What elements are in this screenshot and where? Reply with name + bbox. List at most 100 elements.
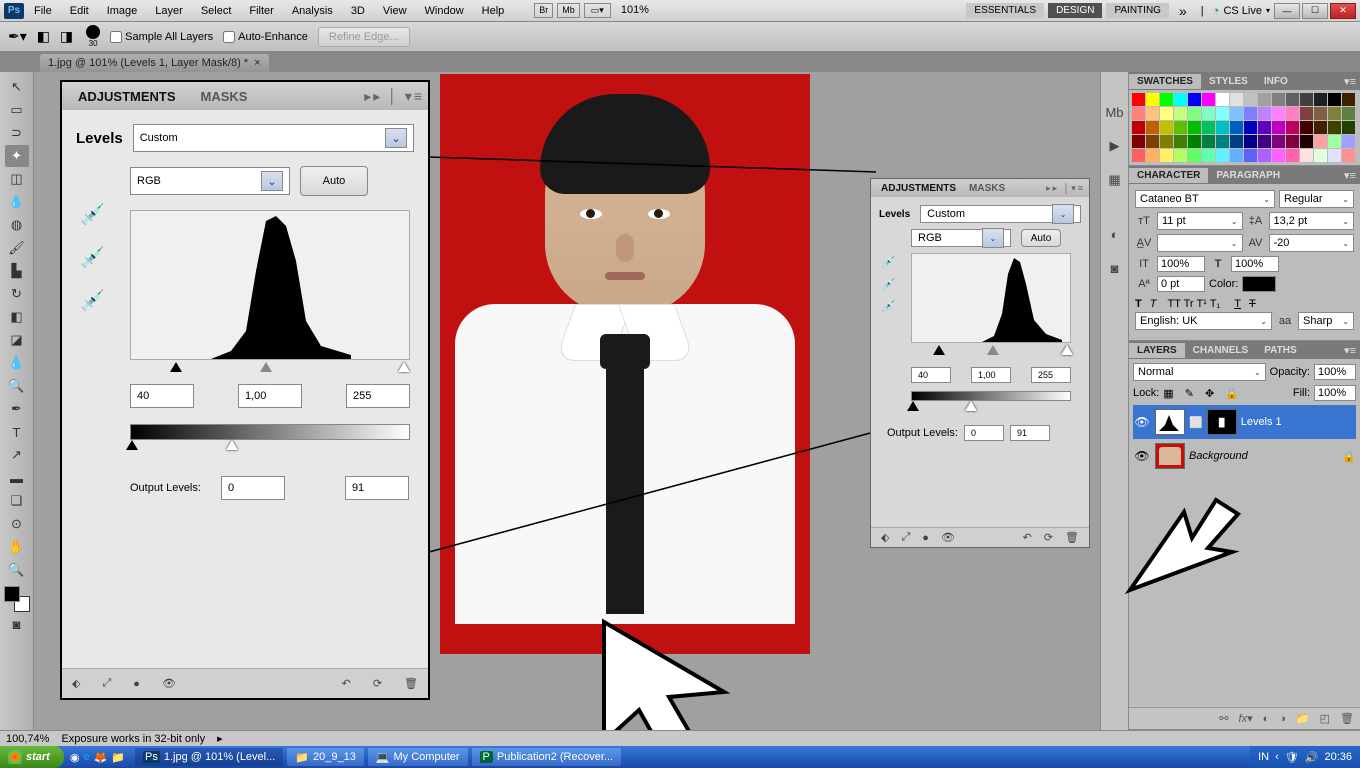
swatch[interactable] <box>1272 107 1285 120</box>
swatch[interactable] <box>1314 107 1327 120</box>
font-family-select[interactable]: Cataneo BT⌄ <box>1135 190 1275 208</box>
selection-mode-icons[interactable]: ◧ ◨ <box>37 28 76 45</box>
task-publisher[interactable]: PPublication2 (Recover... <box>472 748 622 766</box>
close-tab-icon[interactable]: × <box>254 57 260 69</box>
hand-tool[interactable]: ✋ <box>5 536 29 558</box>
swatch[interactable] <box>1286 107 1299 120</box>
swatch[interactable] <box>1202 135 1215 148</box>
layer-background[interactable]: 👁 Background 🔒 <box>1133 439 1356 473</box>
menu-help[interactable]: Help <box>474 3 513 19</box>
swatch[interactable] <box>1258 149 1271 162</box>
swatch[interactable] <box>1286 93 1299 106</box>
tab-channels[interactable]: CHANNELS <box>1185 343 1257 358</box>
swatch[interactable] <box>1188 121 1201 134</box>
swatch[interactable] <box>1272 121 1285 134</box>
zoom-display[interactable]: 101% <box>615 3 655 18</box>
swatch[interactable] <box>1188 149 1201 162</box>
swatch[interactable] <box>1328 107 1341 120</box>
shape-tool[interactable]: ▬ <box>5 467 29 489</box>
brush-tool[interactable]: 🖌 <box>5 237 29 259</box>
task-photoshop[interactable]: Ps1.jpg @ 101% (Level... <box>135 748 283 766</box>
swatch[interactable] <box>1146 93 1159 106</box>
swatch[interactable] <box>1174 107 1187 120</box>
output-sliders[interactable] <box>130 440 410 454</box>
layer-levels1[interactable]: 👁 ⬜ █ Levels 1 <box>1133 405 1356 439</box>
antialias-select[interactable]: Sharp⌄ <box>1298 312 1354 330</box>
brushes-icon[interactable]: ▦ <box>1105 170 1125 190</box>
input-mid-field[interactable]: 1,00 <box>238 384 302 408</box>
black-eyedropper-icon[interactable]: 💉 <box>80 202 105 227</box>
swatch[interactable] <box>1188 93 1201 106</box>
swatch[interactable] <box>1202 107 1215 120</box>
workspace-design[interactable]: DESIGN <box>1048 3 1102 18</box>
link-icon[interactable]: ⚯ <box>1219 712 1228 725</box>
lasso-tool[interactable]: ⊃ <box>5 122 29 144</box>
swatch[interactable] <box>1314 149 1327 162</box>
type-tool[interactable]: T <box>5 421 29 443</box>
menu-analysis[interactable]: Analysis <box>284 3 341 19</box>
3d-tool[interactable]: ❏ <box>5 490 29 512</box>
swatch[interactable] <box>1132 135 1145 148</box>
menu-file[interactable]: File <box>26 3 60 19</box>
channel-select[interactable]: RGB⌄ <box>130 167 290 195</box>
swatch[interactable] <box>1258 93 1271 106</box>
swatch[interactable] <box>1258 121 1271 134</box>
visibility-icon[interactable]: 👁 <box>162 677 176 690</box>
tab-swatches[interactable]: SWATCHES <box>1129 74 1201 89</box>
swatch[interactable] <box>1132 107 1145 120</box>
visibility-sm-icon[interactable]: 👁 <box>941 531 955 544</box>
swatch[interactable] <box>1174 149 1187 162</box>
swatch[interactable] <box>1342 121 1355 134</box>
adjustments-dock-icon[interactable]: ◐ <box>1105 224 1125 244</box>
swatch[interactable] <box>1174 121 1187 134</box>
sample-all-layers-checkbox[interactable]: Sample All Layers <box>110 31 213 43</box>
healing-tool[interactable]: ◍ <box>5 214 29 236</box>
mask-icon[interactable]: ◐ <box>1263 713 1270 725</box>
swatch[interactable] <box>1244 135 1257 148</box>
expand-sm-icon[interactable]: ⤢ <box>901 531 910 544</box>
swatch[interactable] <box>1146 107 1159 120</box>
kerning-select[interactable]: ⌄ <box>1157 234 1243 252</box>
swatch[interactable] <box>1174 135 1187 148</box>
output-black-field[interactable]: 0 <box>221 476 285 500</box>
swatch[interactable] <box>1160 149 1173 162</box>
output-black-sm[interactable]: 0 <box>964 425 1004 441</box>
pen-tool[interactable]: ✒ <box>5 398 29 420</box>
menu-edit[interactable]: Edit <box>62 3 97 19</box>
menu-filter[interactable]: Filter <box>241 3 281 19</box>
marquee-tool[interactable]: ▭ <box>5 99 29 121</box>
tab-info[interactable]: INFO <box>1256 74 1296 89</box>
menu-layer[interactable]: Layer <box>147 3 191 19</box>
swatch[interactable] <box>1188 135 1201 148</box>
menu-window[interactable]: Window <box>417 3 472 19</box>
hscale-input[interactable]: 100% <box>1231 256 1279 272</box>
color-swatches[interactable] <box>4 586 30 612</box>
maximize-button[interactable]: ☐ <box>1302 3 1328 19</box>
document-tab[interactable]: 1.jpg @ 101% (Levels 1, Layer Mask/8) * … <box>40 54 269 72</box>
swatch[interactable] <box>1286 149 1299 162</box>
swatch[interactable] <box>1300 121 1313 134</box>
auto-button-sm[interactable]: Auto <box>1021 229 1061 247</box>
prev-sm-icon[interactable]: ↶ <box>1023 531 1032 544</box>
swatch[interactable] <box>1342 135 1355 148</box>
clock[interactable]: 20:36 <box>1324 751 1352 763</box>
swatch[interactable] <box>1216 93 1229 106</box>
menu-select[interactable]: Select <box>193 3 240 19</box>
tracking-select[interactable]: -20⌄ <box>1269 234 1355 252</box>
swatch[interactable] <box>1174 93 1187 106</box>
delete-sm-icon[interactable]: 🗑 <box>1065 531 1079 544</box>
visibility-toggle-icon[interactable]: 👁 <box>1133 449 1151 463</box>
character-menu-icon[interactable]: ▾≡ <box>1340 169 1360 182</box>
swatch[interactable] <box>1230 135 1243 148</box>
system-tray[interactable]: IN ‹ 🛡🔊 20:36 <box>1250 746 1360 768</box>
mb-icon[interactable]: Mb <box>557 3 580 18</box>
task-mycomputer[interactable]: 💻My Computer <box>368 748 468 766</box>
opacity-input[interactable]: 100% <box>1314 364 1356 380</box>
cslive-button[interactable]: CS Live <box>1223 5 1262 17</box>
crop-tool[interactable]: ◫ <box>5 168 29 190</box>
clip-icon[interactable]: ● <box>133 678 140 690</box>
move-tool[interactable]: ↖ <box>5 76 29 98</box>
color-swatch[interactable] <box>1242 276 1276 292</box>
swatch[interactable] <box>1272 149 1285 162</box>
swatch[interactable] <box>1300 135 1313 148</box>
